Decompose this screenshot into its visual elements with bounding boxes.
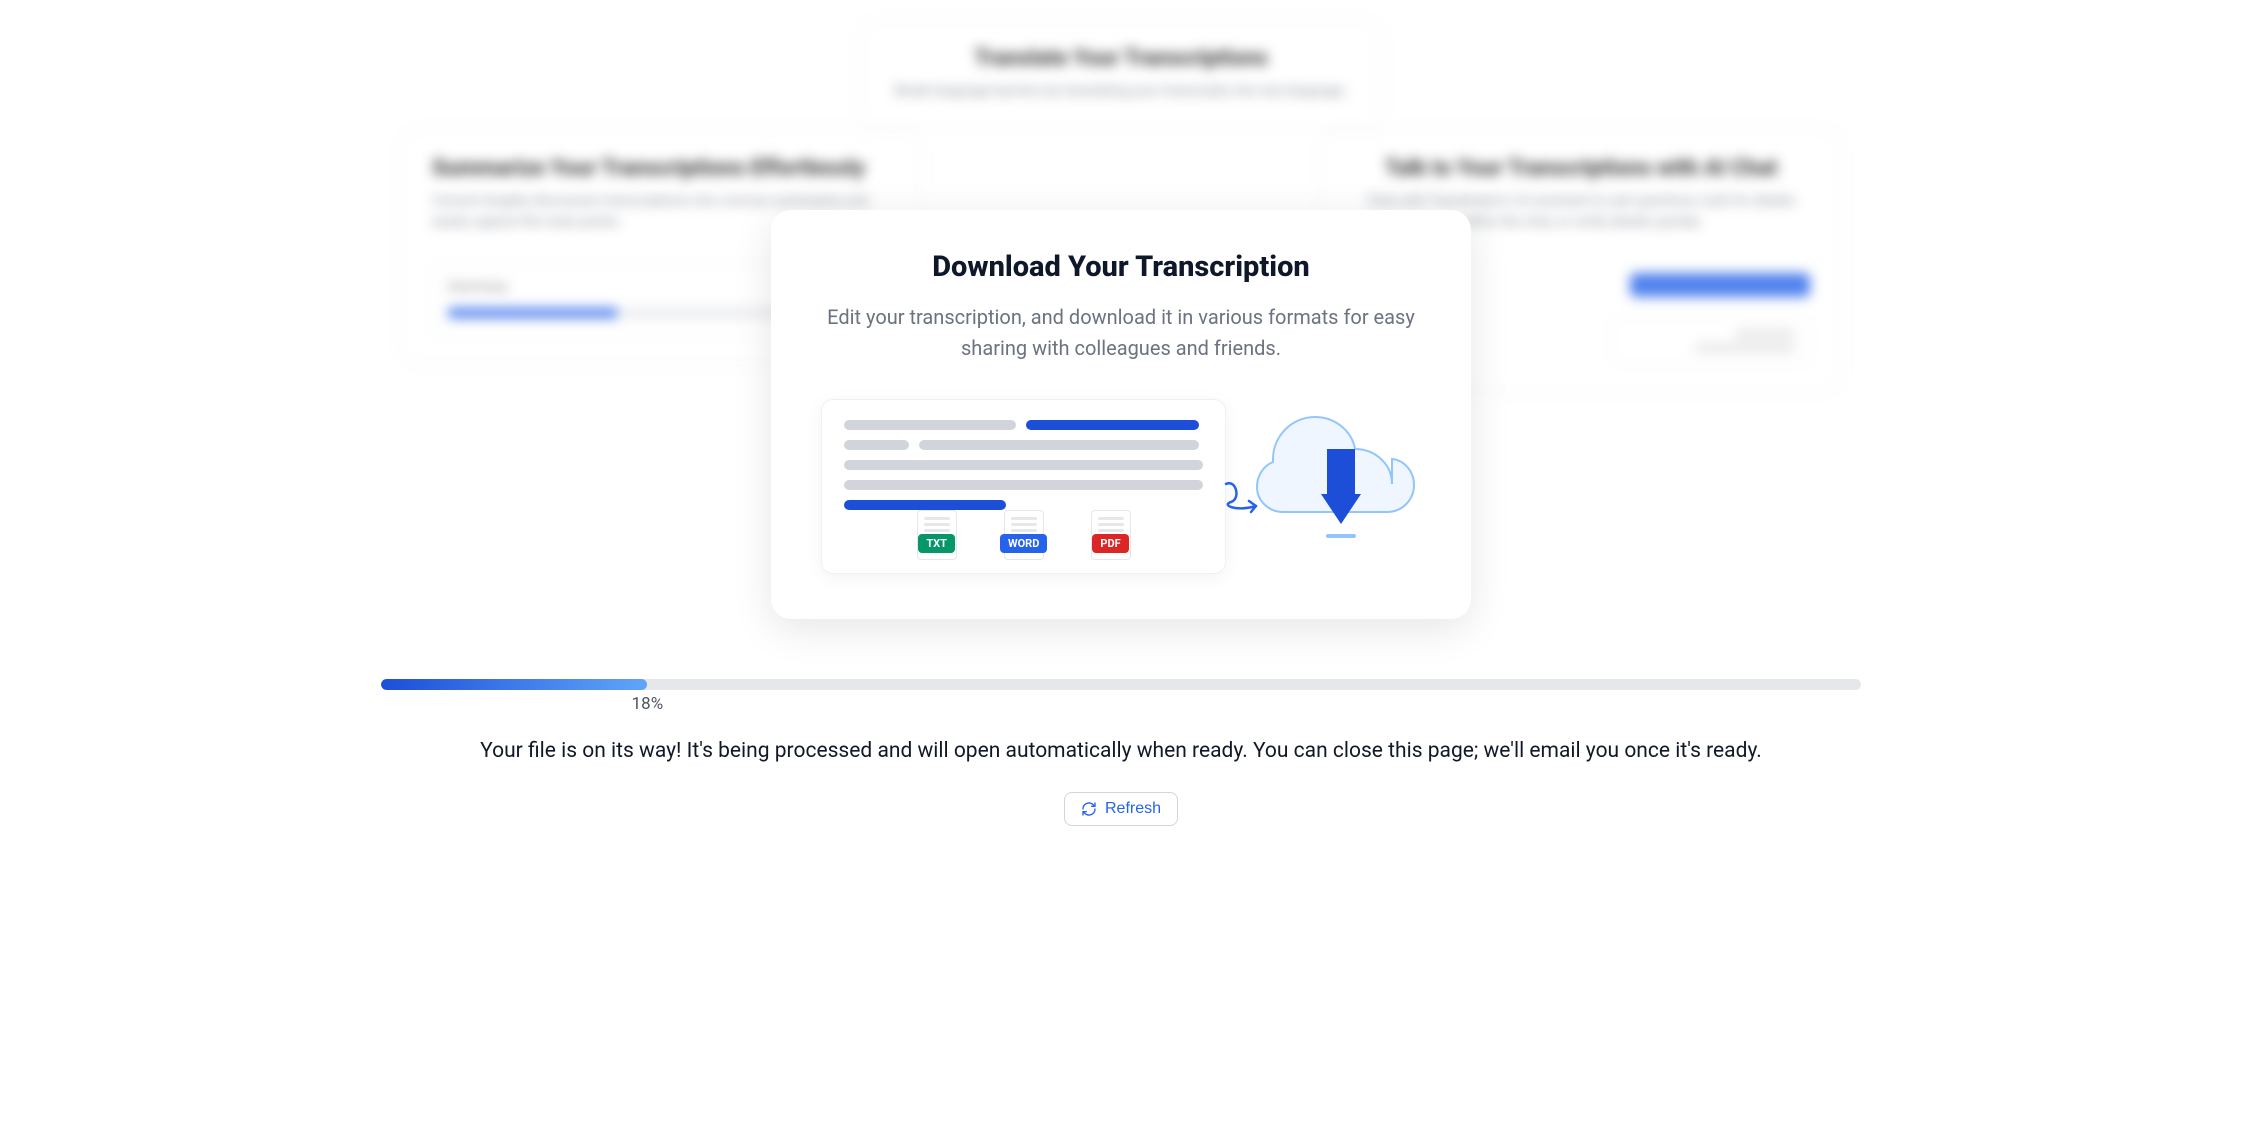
format-pdf: PDF bbox=[1092, 532, 1128, 551]
progress-section: 18% Your file is on its way! It's being … bbox=[361, 679, 1881, 826]
status-text: Your file is on its way! It's being proc… bbox=[381, 736, 1861, 768]
progress-bar bbox=[381, 679, 1861, 690]
format-txt-label: TXT bbox=[918, 534, 955, 553]
document-preview: TXT WORD PDF bbox=[821, 399, 1226, 574]
file-format-tags: TXT WORD PDF bbox=[844, 532, 1203, 551]
modal-title: Download Your Transcription bbox=[821, 250, 1421, 284]
refresh-button[interactable]: Refresh bbox=[1064, 792, 1178, 826]
format-word-label: WORD bbox=[1000, 534, 1047, 553]
progress-percent-label: 18% bbox=[632, 694, 664, 714]
refresh-icon bbox=[1081, 801, 1097, 817]
format-txt: TXT bbox=[918, 532, 955, 551]
progress-fill bbox=[381, 679, 647, 690]
format-pdf-label: PDF bbox=[1092, 534, 1128, 553]
cloud-download-illustration bbox=[1251, 399, 1421, 563]
cloud-download-icon bbox=[1251, 409, 1421, 559]
download-modal: Download Your Transcription Edit your tr… bbox=[771, 210, 1471, 619]
refresh-button-label: Refresh bbox=[1105, 800, 1161, 818]
format-word: WORD bbox=[1000, 532, 1047, 551]
modal-illustration: TXT WORD PDF bbox=[821, 399, 1421, 574]
modal-description: Edit your transcription, and download it… bbox=[821, 302, 1421, 364]
modal-wrap: Download Your Transcription Edit your tr… bbox=[361, 20, 1881, 619]
curly-arrow-icon bbox=[1221, 474, 1271, 524]
page-container: Translate Your Transcriptions Break lang… bbox=[341, 0, 1901, 846]
